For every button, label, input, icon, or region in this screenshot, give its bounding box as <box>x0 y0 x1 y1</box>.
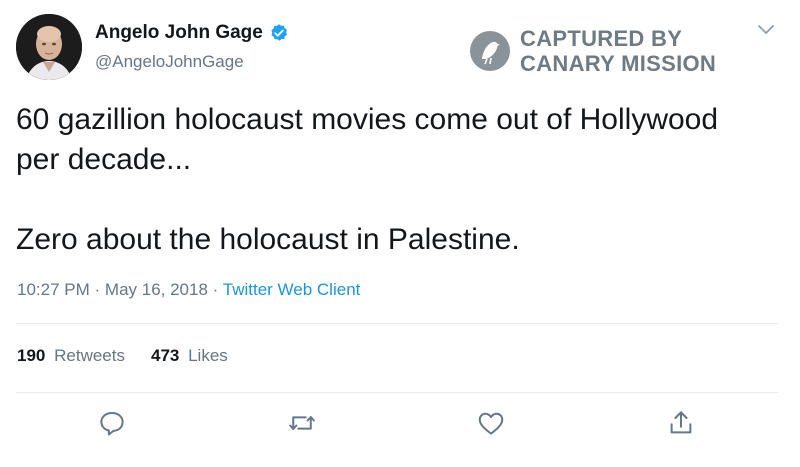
avatar[interactable] <box>16 14 82 80</box>
share-icon[interactable] <box>666 408 696 438</box>
canary-mission-watermark: CAPTURED BY CANARY MISSION <box>468 26 716 76</box>
likes-label: Likes <box>188 346 228 365</box>
tweet-line: per decade... <box>16 143 192 176</box>
chevron-down-icon[interactable] <box>756 22 776 38</box>
retweet-icon[interactable] <box>287 408 317 438</box>
tweet-source-link[interactable]: Twitter Web Client <box>223 280 361 299</box>
name-row: Angelo John Gage <box>95 22 289 44</box>
tweet-metadata: 10:27 PM · May 16, 2018 · Twitter Web Cl… <box>17 280 360 300</box>
reply-icon[interactable] <box>97 408 127 438</box>
retweets-stat[interactable]: 190 Retweets <box>17 346 125 366</box>
meta-separator: · <box>212 280 219 299</box>
watermark-line-1: CAPTURED BY <box>520 26 683 51</box>
divider <box>16 323 778 324</box>
tweet-date[interactable]: May 16, 2018 <box>105 280 208 299</box>
likes-stat[interactable]: 473 Likes <box>151 346 228 366</box>
tweet-line: Zero about the holocaust in Palestine. <box>16 223 520 256</box>
tweet-text: 60 gazillion holocaust movies come out o… <box>16 100 776 260</box>
user-handle[interactable]: @AngeloJohnGage <box>95 52 244 72</box>
likes-count: 473 <box>150 346 180 365</box>
tweet-card: Angelo John Gage @AngeloJohnGage CAPTURE… <box>0 0 800 467</box>
watermark-line-2: CANARY MISSION <box>520 51 717 76</box>
display-name[interactable]: Angelo John Gage <box>95 22 263 44</box>
like-icon[interactable] <box>476 408 506 438</box>
retweets-label: Retweets <box>54 346 125 365</box>
meta-separator: · <box>94 280 101 299</box>
tweet-time[interactable]: 10:27 PM <box>17 280 90 299</box>
retweets-count: 190 <box>17 346 46 365</box>
tweet-stats: 190 Retweets 473 Likes <box>17 346 254 366</box>
avatar-image <box>16 14 82 80</box>
tweet-line: 60 gazillion holocaust movies come out o… <box>16 103 719 136</box>
canary-logo-icon <box>470 31 510 71</box>
divider <box>16 392 778 393</box>
verified-badge-icon <box>271 24 287 41</box>
